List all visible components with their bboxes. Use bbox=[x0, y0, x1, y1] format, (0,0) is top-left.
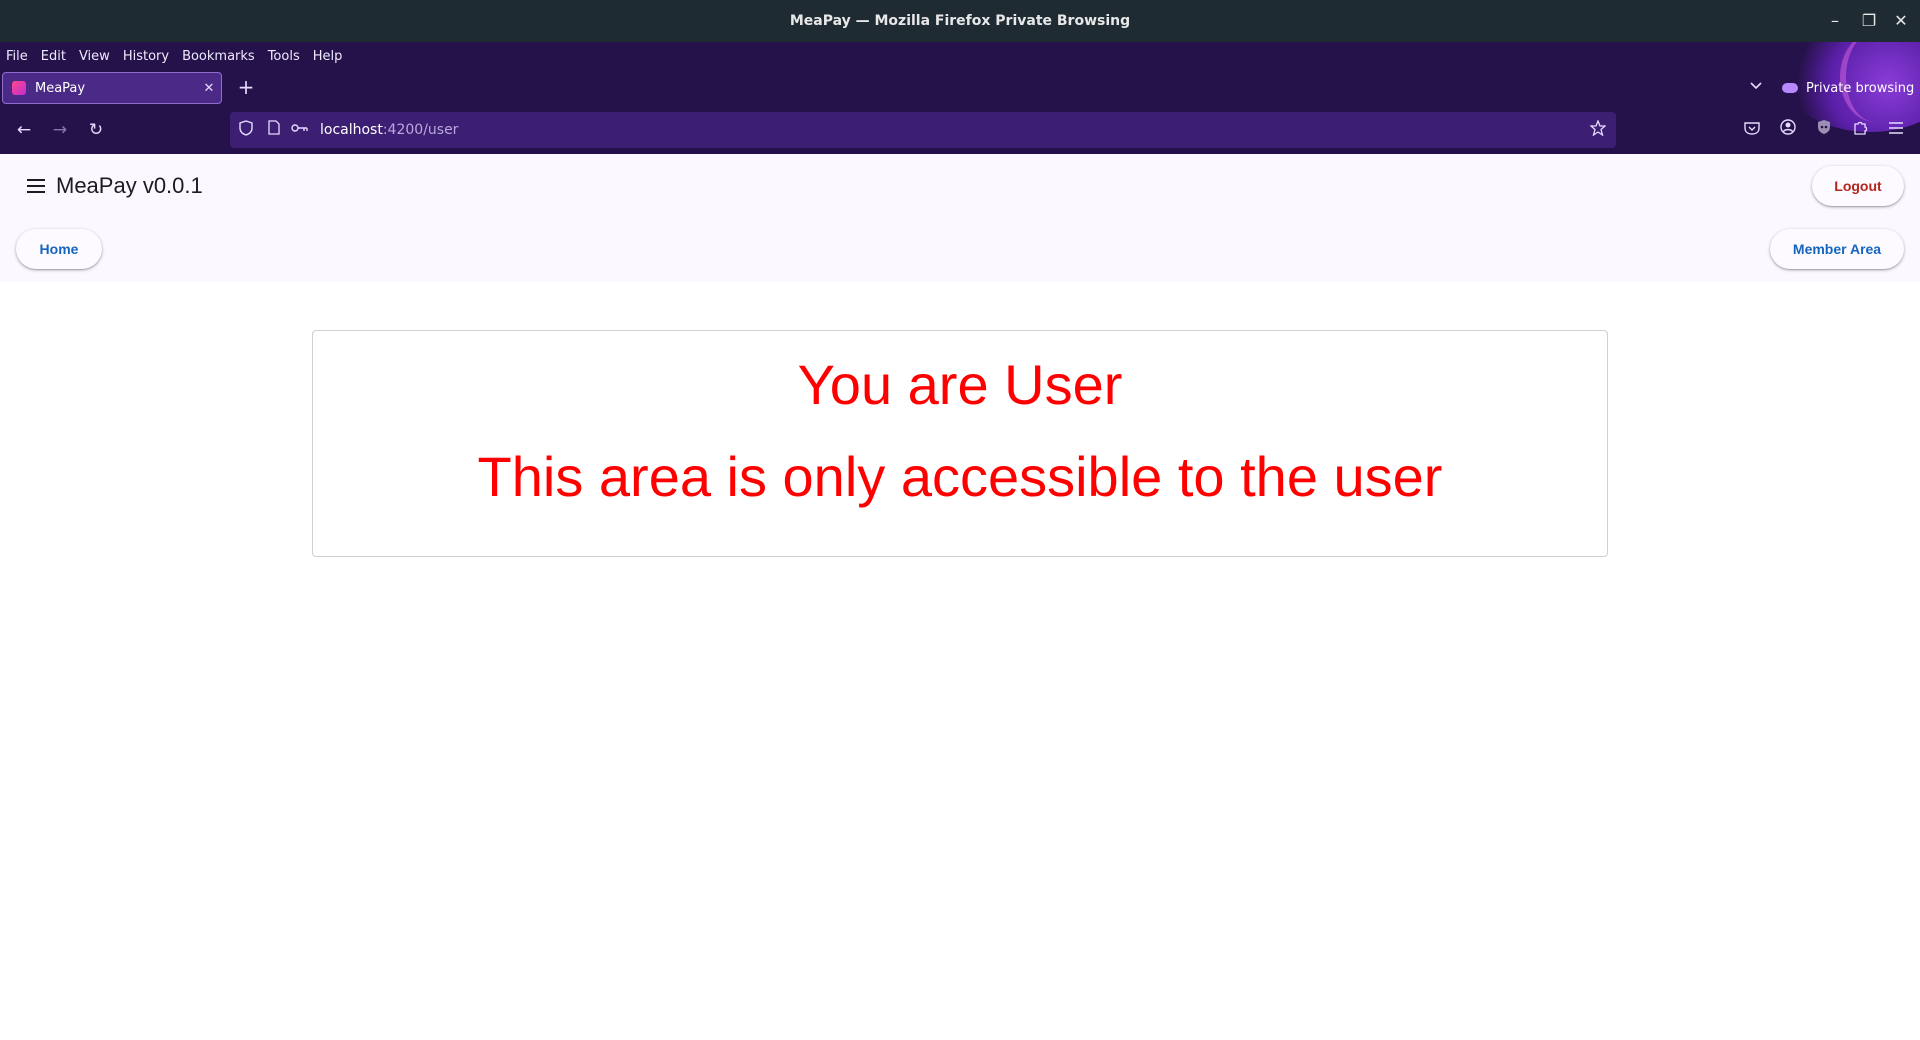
access-message: This area is only accessible to the user bbox=[477, 445, 1443, 508]
content-card: You are User This area is only accessibl… bbox=[312, 330, 1608, 557]
tab-strip: MeaPay ✕ + Private browsing bbox=[0, 70, 1920, 106]
angular-favicon-icon bbox=[12, 81, 26, 95]
extension-shield-icon[interactable] bbox=[1812, 118, 1836, 142]
member-area-button[interactable]: Member Area bbox=[1770, 229, 1904, 269]
menu-help[interactable]: Help bbox=[313, 49, 343, 64]
key-icon[interactable] bbox=[290, 120, 310, 140]
menu-tools[interactable]: Tools bbox=[268, 49, 300, 64]
menu-file[interactable]: File bbox=[6, 49, 28, 64]
window-titlebar: MeaPay — Mozilla Firefox Private Browsin… bbox=[0, 0, 1920, 42]
menu-bookmarks[interactable]: Bookmarks bbox=[182, 49, 255, 64]
new-tab-button[interactable]: + bbox=[234, 76, 258, 100]
app-toolbar: MeaPay v0.0.1 Logout Home Member Area bbox=[0, 154, 1920, 282]
restore-button[interactable]: ❐ bbox=[1856, 8, 1882, 34]
menu-icon[interactable] bbox=[24, 174, 48, 198]
url-text[interactable]: localhost:4200/user bbox=[320, 112, 458, 148]
bookmark-star-icon[interactable] bbox=[1588, 119, 1608, 140]
browser-chrome: File Edit View History Bookmarks Tools H… bbox=[0, 42, 1920, 154]
tab-meapay[interactable]: MeaPay ✕ bbox=[2, 72, 222, 104]
navigation-toolbar: ← → ↻ localhost:4200/user bbox=[0, 106, 1920, 154]
reload-button[interactable]: ↻ bbox=[84, 118, 108, 142]
home-button[interactable]: Home bbox=[16, 229, 102, 269]
back-button[interactable]: ← bbox=[12, 118, 36, 142]
close-window-button[interactable]: ✕ bbox=[1888, 8, 1914, 34]
menu-bar: File Edit View History Bookmarks Tools H… bbox=[0, 42, 355, 70]
close-tab-icon[interactable]: ✕ bbox=[197, 81, 221, 96]
private-mask-icon bbox=[1782, 83, 1798, 93]
account-icon[interactable] bbox=[1776, 118, 1800, 142]
menu-edit[interactable]: Edit bbox=[41, 49, 66, 64]
menu-view[interactable]: View bbox=[79, 49, 110, 64]
extensions-puzzle-icon[interactable] bbox=[1848, 118, 1872, 142]
private-browsing-label: Private browsing bbox=[1806, 80, 1915, 96]
app-title: MeaPay v0.0.1 bbox=[56, 173, 203, 198]
url-bar[interactable]: localhost:4200/user bbox=[230, 112, 1616, 148]
app-menu-icon[interactable] bbox=[1884, 118, 1908, 142]
role-heading: You are User bbox=[797, 353, 1123, 416]
tab-title: MeaPay bbox=[35, 80, 86, 96]
page-info-icon[interactable] bbox=[264, 120, 284, 140]
tracking-protection-shield-icon[interactable] bbox=[236, 120, 256, 140]
menu-history[interactable]: History bbox=[123, 49, 169, 64]
pocket-icon[interactable] bbox=[1740, 118, 1764, 142]
url-path: :4200/user bbox=[382, 122, 459, 138]
window-title: MeaPay — Mozilla Firefox Private Browsin… bbox=[789, 13, 1131, 29]
private-browsing-indicator: Private browsing bbox=[1782, 76, 1914, 100]
logout-button[interactable]: Logout bbox=[1812, 166, 1904, 206]
url-host: localhost bbox=[320, 122, 383, 138]
forward-button[interactable]: → bbox=[48, 118, 72, 142]
web-page: MeaPay v0.0.1 Logout Home Member Area Yo… bbox=[0, 154, 1920, 1040]
list-all-tabs-icon[interactable] bbox=[1746, 78, 1766, 98]
minimize-button[interactable]: – bbox=[1822, 8, 1848, 34]
